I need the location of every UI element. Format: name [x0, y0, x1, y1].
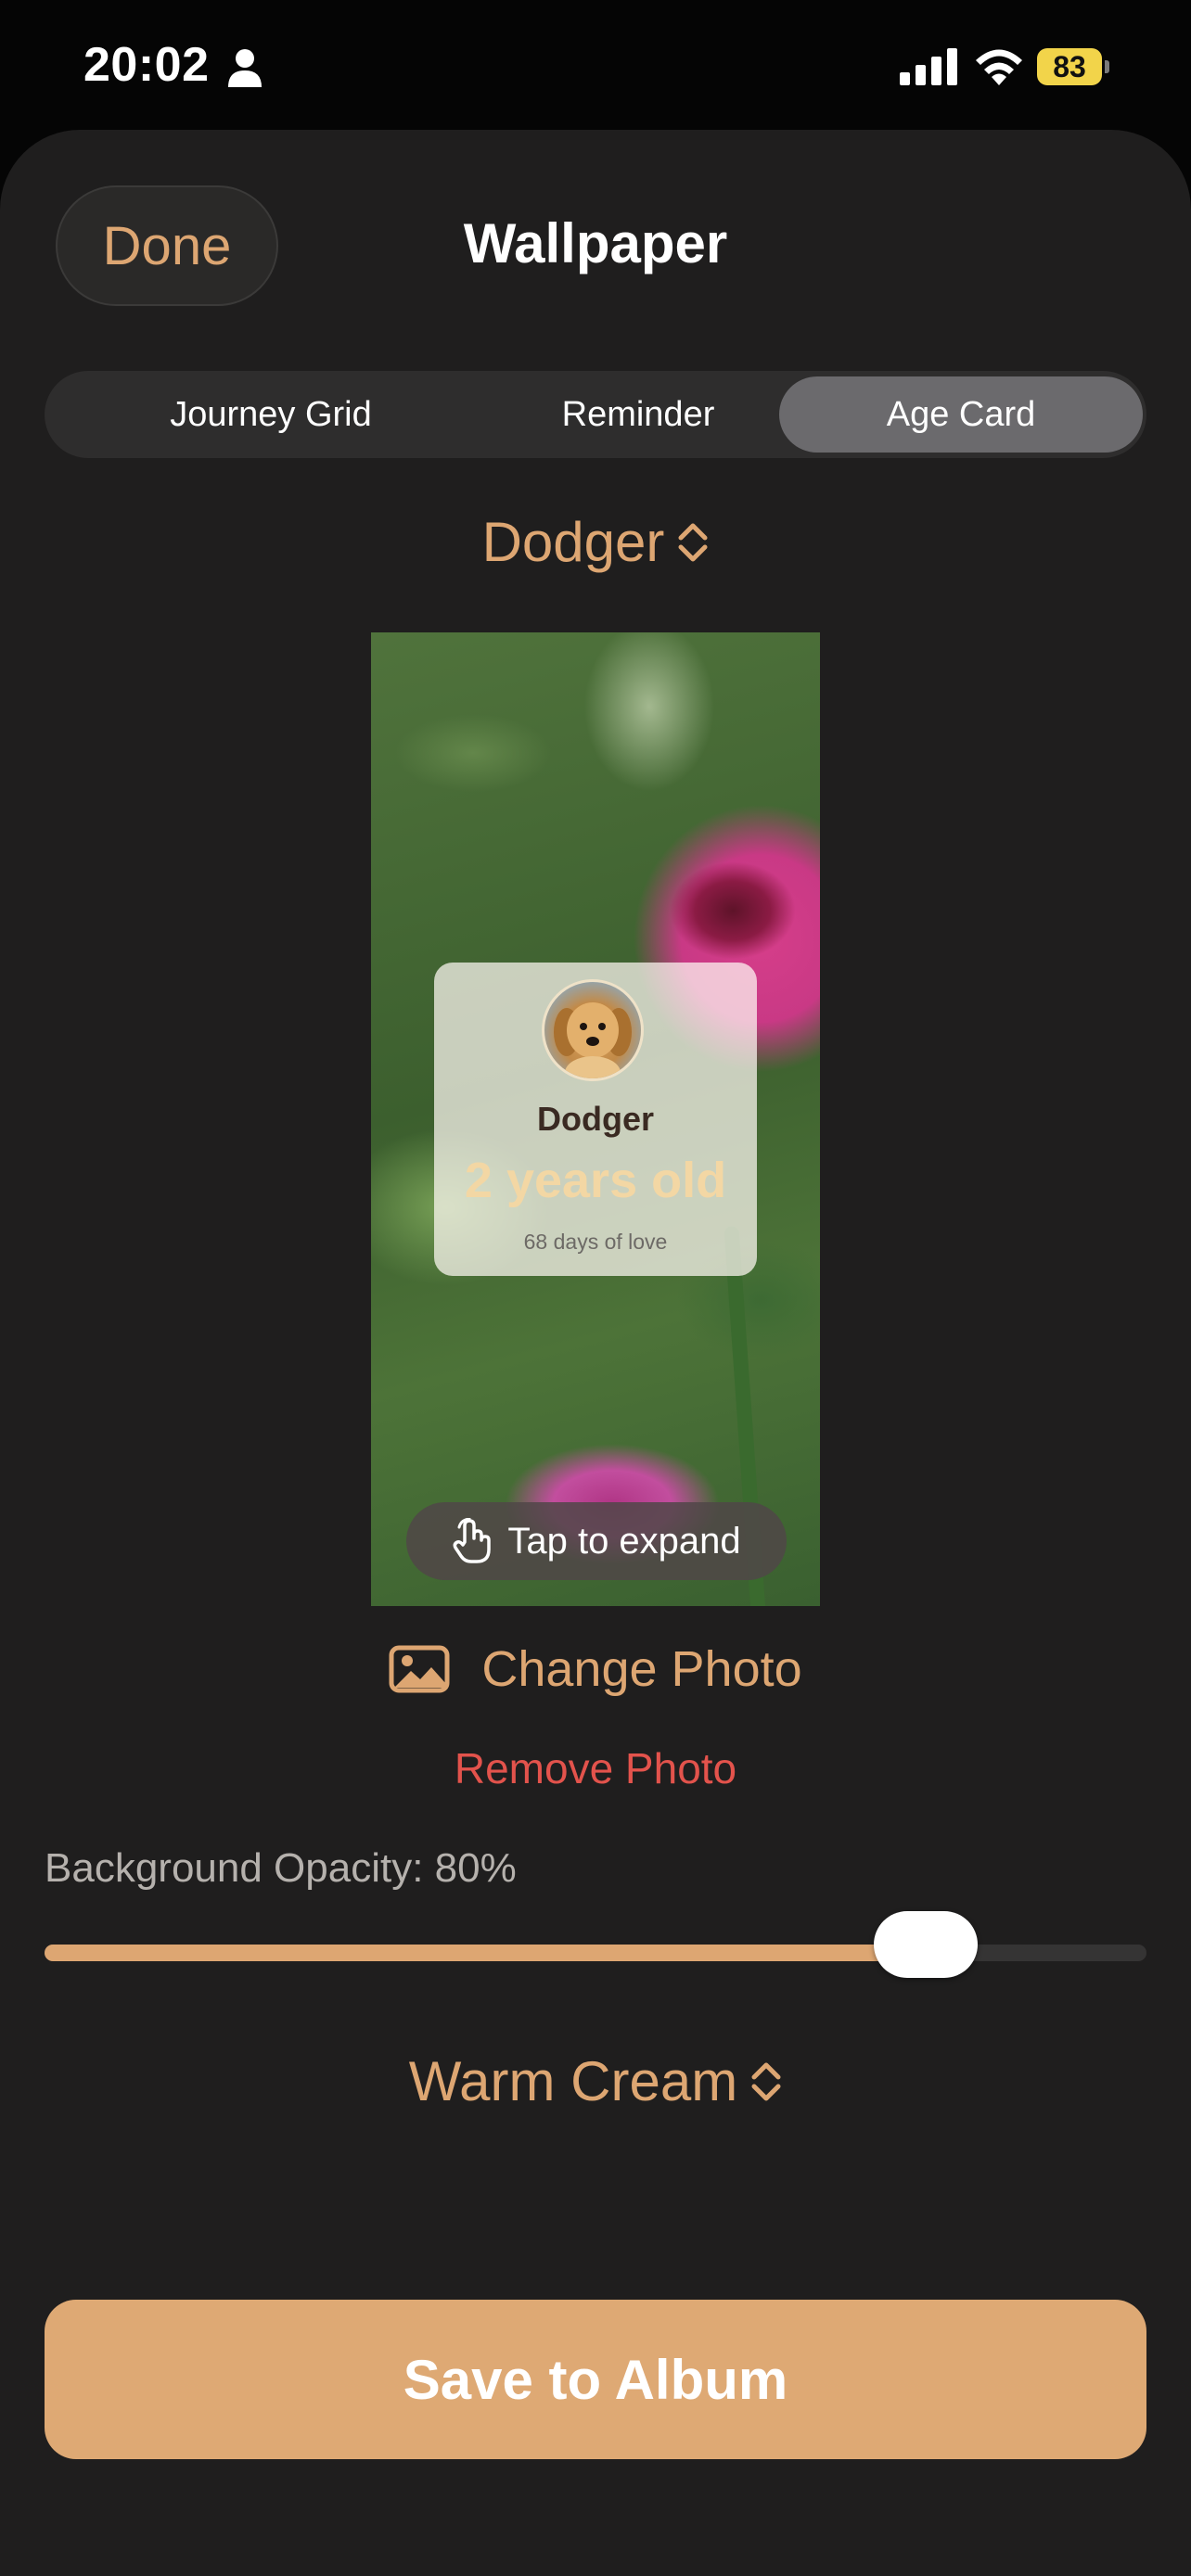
opacity-label: Background Opacity: 80%: [45, 1845, 517, 1891]
person-icon: [228, 49, 262, 87]
wallpaper-sheet: Done Wallpaper Journey Grid Reminder Age…: [0, 130, 1191, 2576]
opacity-slider-thumb[interactable]: [874, 1911, 978, 1978]
chevron-up-down-icon: [678, 523, 708, 561]
photo-icon: [389, 1645, 450, 1693]
wallpaper-type-tabs: Journey Grid Reminder Age Card: [45, 371, 1146, 458]
save-to-album-button[interactable]: Save to Album: [45, 2300, 1146, 2459]
theme-picker[interactable]: Warm Cream: [0, 2049, 1191, 2113]
tap-to-expand-label: Tap to expand: [507, 1520, 741, 1562]
battery-level: 83: [1037, 48, 1102, 85]
chevron-up-down-icon: [751, 2062, 781, 2100]
status-time: 20:02: [83, 38, 210, 92]
tap-to-expand-button[interactable]: Tap to expand: [406, 1502, 787, 1580]
puppy-photo: [554, 1002, 632, 1078]
age-card: Dodger 2 years old 68 days of love: [434, 963, 757, 1276]
age-card-days: 68 days of love: [523, 1230, 668, 1254]
wallpaper-preview[interactable]: Dodger 2 years old 68 days of love Tap t…: [371, 632, 820, 1606]
change-photo-button[interactable]: Change Photo: [0, 1632, 1191, 1706]
opacity-slider-fill: [45, 1945, 926, 1961]
pet-picker-value: Dodger: [481, 511, 665, 573]
change-photo-label: Change Photo: [481, 1641, 802, 1697]
opacity-slider[interactable]: [45, 1911, 1146, 1978]
battery-nub: [1105, 60, 1109, 73]
tab-age-card[interactable]: Age Card: [779, 376, 1143, 453]
pet-picker[interactable]: Dodger: [0, 510, 1191, 574]
hand-tap-icon: [453, 1518, 492, 1563]
battery-indicator: 83: [1037, 48, 1111, 85]
remove-photo-button[interactable]: Remove Photo: [0, 1743, 1191, 1793]
status-bar: 20:02 83: [0, 0, 1191, 130]
age-card-age: 2 years old: [464, 1153, 727, 1208]
page-title: Wallpaper: [463, 212, 728, 274]
cellular-signal-icon: [900, 48, 957, 85]
tab-reminder[interactable]: Reminder: [456, 376, 820, 453]
tab-journey-grid[interactable]: Journey Grid: [89, 376, 453, 453]
theme-picker-value: Warm Cream: [408, 2050, 738, 2112]
age-card-name: Dodger: [537, 1100, 654, 1138]
wifi-icon: [976, 49, 1022, 85]
pet-avatar: [542, 979, 644, 1081]
